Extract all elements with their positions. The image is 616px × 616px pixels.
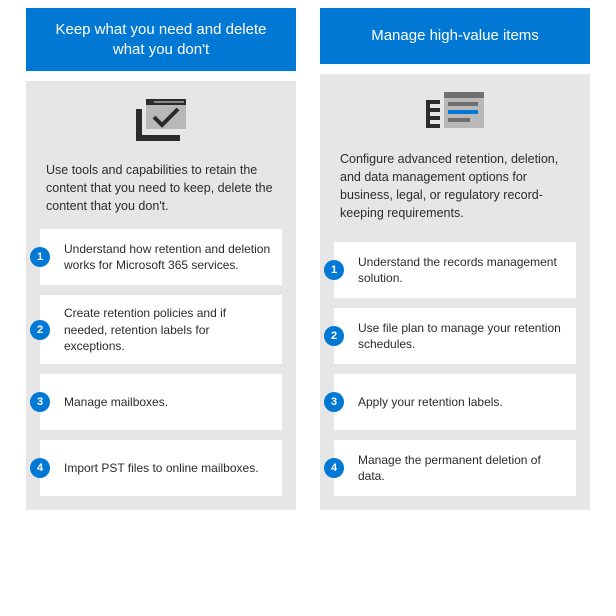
step-text: Understand the records management soluti… [344,254,566,286]
column-intro: Use tools and capabilities to retain the… [40,161,282,229]
steps-list: 1 Understand how retention and deletion … [40,229,282,496]
step-item: 2 Use file plan to manage your retention… [334,308,576,364]
step-number-badge: 4 [30,458,50,478]
step-number-badge: 3 [324,392,344,412]
step-text: Import PST files to online mailboxes. [50,460,259,476]
column-retention: Keep what you need and delete what you d… [26,8,296,510]
column-panel: Configure advanced retention, deletion, … [320,74,590,510]
columns-container: Keep what you need and delete what you d… [20,8,596,510]
step-text: Use file plan to manage your retention s… [344,320,566,352]
step-item: 1 Understand the records management solu… [334,242,576,298]
step-text: Manage mailboxes. [50,394,168,410]
step-text: Understand how retention and deletion wo… [50,241,272,273]
column-panel: Use tools and capabilities to retain the… [26,81,296,510]
steps-list: 1 Understand the records management solu… [334,242,576,496]
column-title: Keep what you need and delete what you d… [46,20,276,59]
step-item: 1 Understand how retention and deletion … [40,229,282,285]
column-intro: Configure advanced retention, deletion, … [334,150,576,237]
step-item: 3 Apply your retention labels. [334,374,576,430]
column-title: Manage high-value items [371,26,539,46]
step-item: 4 Manage the permanent deletion of data. [334,440,576,496]
step-text: Create retention policies and if needed,… [50,305,272,354]
step-number-badge: 2 [30,320,50,340]
step-number-badge: 2 [324,326,344,346]
step-item: 3 Manage mailboxes. [40,374,282,430]
step-number-badge: 4 [324,458,344,478]
step-number-badge: 3 [30,392,50,412]
column-header: Manage high-value items [320,8,590,64]
column-header: Keep what you need and delete what you d… [26,8,296,71]
step-item: 2 Create retention policies and if neede… [40,295,282,364]
checkmark-window-icon [40,99,282,147]
column-records: Manage high-value items Configure advanc… [320,8,590,510]
step-item: 4 Import PST files to online mailboxes. [40,440,282,496]
step-number-badge: 1 [30,247,50,267]
step-text: Apply your retention labels. [344,394,503,410]
step-text: Manage the permanent deletion of data. [344,452,566,484]
list-document-icon [334,92,576,136]
step-number-badge: 1 [324,260,344,280]
